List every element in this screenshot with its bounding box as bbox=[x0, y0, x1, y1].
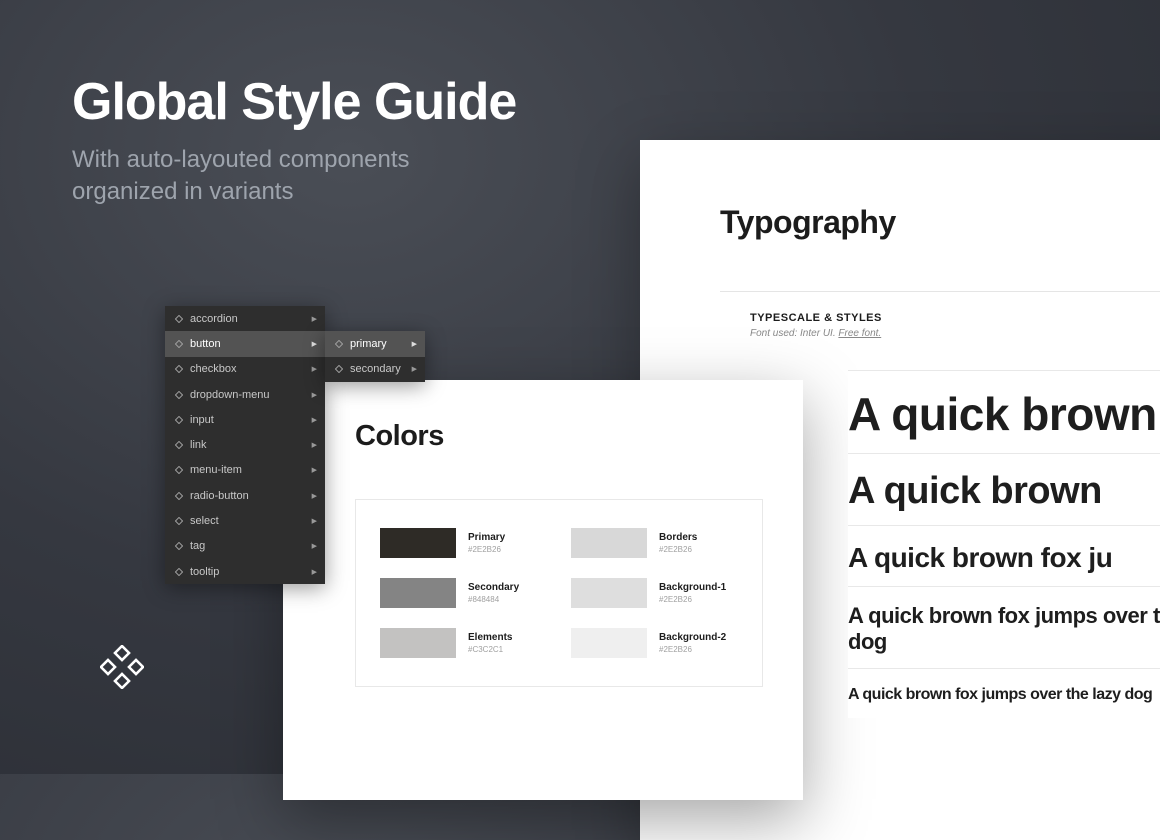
free-font-link[interactable]: Free font. bbox=[838, 328, 881, 339]
font-note: Font used: Inter UI. Free font. bbox=[750, 328, 1160, 339]
swatch-name: Background-2 bbox=[659, 632, 726, 643]
page-subtitle: With auto-layouted components organized … bbox=[72, 144, 516, 209]
page-header: Global Style Guide With auto-layouted co… bbox=[72, 72, 516, 209]
component-icon bbox=[175, 542, 183, 550]
swatch-name: Primary bbox=[468, 532, 505, 543]
chevron-right-icon: ▶ bbox=[412, 340, 417, 348]
type-sample-1: A quick brown bbox=[848, 370, 1160, 453]
swatch-info: Background-2 #2E2B26 bbox=[659, 632, 726, 654]
chevron-right-icon: ▶ bbox=[312, 365, 317, 373]
menu-item-tooltip[interactable]: tooltip ▶ bbox=[165, 559, 325, 584]
typography-heading: Typography bbox=[720, 204, 1160, 241]
component-icon bbox=[175, 466, 183, 474]
component-icon bbox=[175, 340, 183, 348]
submenu-item-label: primary bbox=[350, 338, 405, 350]
type-sample-4: A quick brown fox jumps over the lazy do… bbox=[848, 586, 1160, 668]
color-swatch-elements: Elements #C3C2C1 bbox=[380, 628, 547, 658]
component-icon bbox=[175, 441, 183, 449]
font-note-text: Font used: Inter UI. bbox=[750, 328, 836, 339]
chevron-right-icon: ▶ bbox=[312, 391, 317, 399]
color-chip bbox=[571, 528, 647, 558]
chevron-right-icon: ▶ bbox=[312, 568, 317, 576]
chevron-right-icon: ▶ bbox=[312, 542, 317, 550]
menu-item-label: tag bbox=[190, 540, 305, 552]
chevron-right-icon: ▶ bbox=[312, 466, 317, 474]
menu-item-label: select bbox=[190, 515, 305, 527]
menu-primary-column: accordion ▶ button ▶ checkbox ▶ dropdown-menu ▶… bbox=[165, 306, 325, 584]
swatch-info: Primary #2E2B26 bbox=[468, 532, 505, 554]
swatch-hex: #2E2B26 bbox=[659, 645, 726, 654]
chevron-right-icon: ▶ bbox=[312, 340, 317, 348]
component-icon bbox=[335, 365, 343, 373]
component-icon bbox=[175, 365, 183, 373]
swatch-name: Borders bbox=[659, 532, 697, 543]
chevron-right-icon: ▶ bbox=[312, 517, 317, 525]
menu-item-label: link bbox=[190, 439, 305, 451]
menu-item-dropdown-menu[interactable]: dropdown-menu ▶ bbox=[165, 382, 325, 407]
color-swatch-background-1: Background-1 #2E2B26 bbox=[571, 578, 738, 608]
type-sample-3: A quick brown fox ju bbox=[848, 525, 1160, 586]
typescale-label: TYPESCALE & STYLES bbox=[750, 312, 1160, 324]
color-chip bbox=[571, 578, 647, 608]
menu-item-label: radio-button bbox=[190, 490, 305, 502]
menu-item-button[interactable]: button ▶ bbox=[165, 331, 325, 356]
component-icon bbox=[175, 416, 183, 424]
chevron-right-icon: ▶ bbox=[412, 365, 417, 373]
submenu-item-primary[interactable]: primary ▶ bbox=[325, 331, 425, 356]
component-icon bbox=[335, 340, 343, 348]
swatch-info: Secondary #848484 bbox=[468, 582, 519, 604]
menu-item-link[interactable]: link ▶ bbox=[165, 432, 325, 457]
component-icon bbox=[175, 492, 183, 500]
swatch-hex: #2E2B26 bbox=[659, 545, 697, 554]
menu-item-label: input bbox=[190, 414, 305, 426]
color-swatch-borders: Borders #2E2B26 bbox=[571, 528, 738, 558]
color-chip bbox=[380, 628, 456, 658]
color-swatch-background-2: Background-2 #2E2B26 bbox=[571, 628, 738, 658]
submenu-item-label: secondary bbox=[350, 363, 405, 375]
component-icon bbox=[175, 517, 183, 525]
chevron-right-icon: ▶ bbox=[312, 492, 317, 500]
menu-item-label: dropdown-menu bbox=[190, 389, 305, 401]
swatch-info: Borders #2E2B26 bbox=[659, 532, 697, 554]
menu-item-radio-button[interactable]: radio-button ▶ bbox=[165, 483, 325, 508]
swatch-info: Background-1 #2E2B26 bbox=[659, 582, 726, 604]
logo-mark bbox=[100, 645, 144, 694]
page-title: Global Style Guide bbox=[72, 72, 516, 132]
swatch-hex: #848484 bbox=[468, 595, 519, 604]
menu-item-checkbox[interactable]: checkbox ▶ bbox=[165, 357, 325, 382]
color-chip bbox=[571, 628, 647, 658]
chevron-right-icon: ▶ bbox=[312, 441, 317, 449]
menu-submenu-column: primary ▶ secondary ▶ bbox=[325, 331, 425, 382]
chevron-right-icon: ▶ bbox=[312, 315, 317, 323]
menu-item-menu-item[interactable]: menu-item ▶ bbox=[165, 458, 325, 483]
swatch-name: Secondary bbox=[468, 582, 519, 593]
component-menu: accordion ▶ button ▶ checkbox ▶ dropdown-menu ▶… bbox=[165, 306, 425, 584]
menu-item-label: button bbox=[190, 338, 305, 350]
typography-meta: TYPESCALE & STYLES Font used: Inter UI. … bbox=[720, 291, 1160, 339]
menu-item-input[interactable]: input ▶ bbox=[165, 407, 325, 432]
swatch-hex: #2E2B26 bbox=[468, 545, 505, 554]
component-icon bbox=[175, 315, 183, 323]
type-sample-2: A quick brown bbox=[848, 453, 1160, 525]
menu-item-label: checkbox bbox=[190, 363, 305, 375]
menu-item-tag[interactable]: tag ▶ bbox=[165, 534, 325, 559]
component-icon bbox=[175, 391, 183, 399]
swatch-hex: #2E2B26 bbox=[659, 595, 726, 604]
type-sample-5: A quick brown fox jumps over the lazy do… bbox=[848, 668, 1160, 718]
menu-item-label: accordion bbox=[190, 313, 305, 325]
menu-item-label: menu-item bbox=[190, 464, 305, 476]
type-samples: A quick brown A quick brown A quick brow… bbox=[848, 370, 1160, 718]
menu-item-select[interactable]: select ▶ bbox=[165, 508, 325, 533]
menu-item-label: tooltip bbox=[190, 566, 305, 578]
submenu-item-secondary[interactable]: secondary ▶ bbox=[325, 357, 425, 382]
chevron-right-icon: ▶ bbox=[312, 416, 317, 424]
swatch-info: Elements #C3C2C1 bbox=[468, 632, 512, 654]
swatch-name: Background-1 bbox=[659, 582, 726, 593]
swatch-name: Elements bbox=[468, 632, 512, 643]
swatch-hex: #C3C2C1 bbox=[468, 645, 512, 654]
component-icon bbox=[175, 568, 183, 576]
menu-item-accordion[interactable]: accordion ▶ bbox=[165, 306, 325, 331]
